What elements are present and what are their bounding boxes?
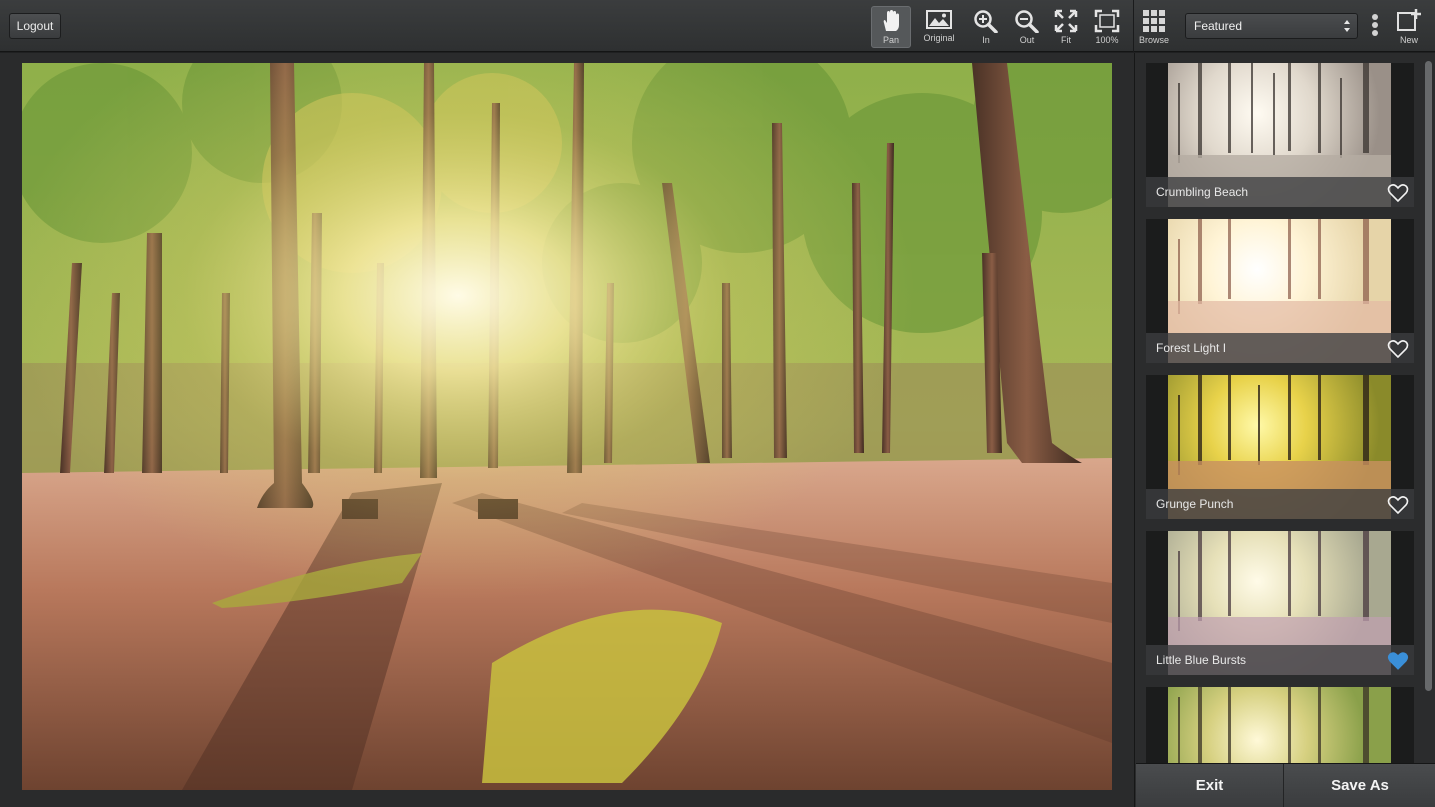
zoom-out-label: Out [1019, 35, 1035, 45]
preset-caption: Grunge Punch [1146, 489, 1414, 519]
forest-photo [22, 63, 1112, 790]
fit-icon [1054, 9, 1078, 33]
fit-label: Fit [1061, 35, 1071, 45]
exit-button[interactable]: Exit [1136, 764, 1284, 807]
fit-button[interactable]: Fit [1046, 7, 1086, 47]
original-tool-button[interactable]: Original [919, 7, 959, 47]
original-tool-label: Original [923, 33, 955, 43]
heart-outline-icon[interactable] [1387, 183, 1409, 203]
top-toolbar: Logout Pan Original In Out Fit 100% Brow… [0, 0, 1435, 52]
new-label: New [1399, 35, 1418, 45]
preset-category-select[interactable]: Featured [1185, 13, 1358, 39]
preset-name: Little Blue Bursts [1156, 653, 1247, 667]
zoom-in-button[interactable]: In [966, 7, 1006, 47]
zoom-in-label: In [982, 35, 990, 45]
preset-thumbnail[interactable]: Grunge Punch [1146, 375, 1414, 519]
heart-filled-icon[interactable] [1387, 651, 1409, 671]
bottom-action-bar: Exit Save As [1136, 763, 1435, 807]
preset-name: Crumbling Beach [1156, 185, 1249, 199]
preset-caption: Forest Light I [1146, 333, 1414, 363]
actual-size-icon [1094, 9, 1120, 33]
preset-name: Grunge Punch [1156, 497, 1234, 511]
preset-thumbnail[interactable]: Little Blue Bursts [1146, 531, 1414, 675]
presets-scrollbar[interactable] [1423, 58, 1433, 758]
zoom-in-icon [974, 10, 998, 33]
forest-photo-illustration [22, 63, 1112, 790]
preset-thumbnail[interactable] [1146, 687, 1414, 763]
preset-category-value: Featured [1194, 19, 1243, 33]
save-as-button[interactable]: Save As [1285, 764, 1435, 807]
zoom-out-icon [1015, 10, 1039, 33]
preset-thumbnail[interactable]: Forest Light I [1146, 219, 1414, 363]
new-button[interactable]: New [1389, 7, 1429, 47]
pan-tool-label: Pan [882, 35, 899, 45]
actual-size-label: 100% [1095, 35, 1119, 45]
preset-thumbnail[interactable]: Crumbling Beach [1146, 63, 1414, 207]
preset-preview-trees [1178, 687, 1369, 763]
preset-name: Forest Light I [1156, 341, 1227, 355]
heart-outline-icon[interactable] [1387, 495, 1409, 515]
pan-tool-button[interactable]: Pan [871, 6, 911, 48]
logout-button[interactable]: Logout [9, 13, 61, 39]
browse-label: Browse [1138, 35, 1169, 45]
preset-caption: Crumbling Beach [1146, 177, 1414, 207]
hand-icon [883, 10, 899, 31]
actual-size-button[interactable]: 100% [1087, 7, 1127, 47]
zoom-out-button[interactable]: Out [1007, 7, 1047, 47]
grid-icon [1143, 10, 1165, 32]
photo-canvas[interactable] [0, 53, 1134, 807]
chevron-updown-icon [1344, 20, 1350, 32]
browse-button[interactable]: Browse [1134, 7, 1174, 47]
heart-outline-icon[interactable] [1387, 339, 1409, 359]
scrollbar-thumb[interactable] [1425, 61, 1432, 691]
preset-preview-image [1168, 687, 1391, 763]
image-icon [926, 10, 952, 29]
new-preset-icon [1397, 9, 1421, 31]
preset-caption: Little Blue Bursts [1146, 645, 1414, 675]
presets-panel: Crumbling Beach Forest Light I Grunge Pu… [1134, 53, 1435, 807]
more-options-icon[interactable] [1369, 14, 1381, 40]
